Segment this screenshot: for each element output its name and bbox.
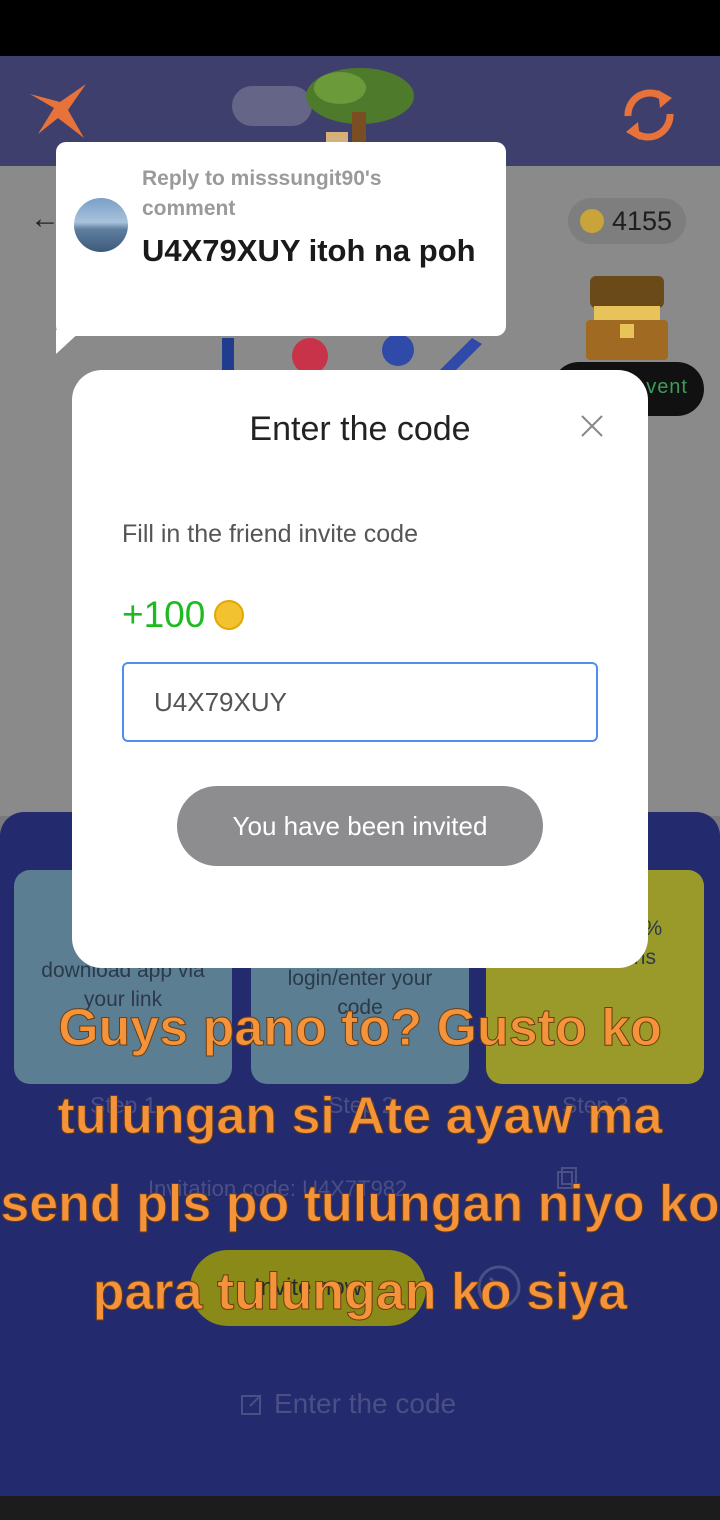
coin-balance-pill: 4155 xyxy=(568,198,686,244)
invite-code-input[interactable] xyxy=(122,662,598,742)
treasure-chest-icon[interactable] xyxy=(584,272,670,364)
x-logo-icon[interactable] xyxy=(24,74,92,142)
status-bar xyxy=(0,0,720,56)
pencil-icon xyxy=(241,1394,262,1415)
overlay-caption: Guys pano to? Gusto ko tulungan si Ate a… xyxy=(0,999,720,1322)
enter-code-modal: Enter the code Fill in the friend invite… xyxy=(72,370,648,968)
bottom-navigation-strip xyxy=(0,1496,720,1520)
refresh-icon[interactable] xyxy=(614,80,684,150)
coin-icon xyxy=(580,209,604,233)
enter-code-link[interactable]: Enter the code xyxy=(274,1388,456,1420)
reply-comment-card: Reply to misssungit90's comment U4X79XUY… xyxy=(56,142,506,336)
event-label: vent xyxy=(646,376,688,398)
coin-icon xyxy=(214,600,244,630)
coin-balance: 4155 xyxy=(612,206,673,236)
reply-comment-text: U4X79XUY itoh na poh xyxy=(142,233,476,268)
invited-button[interactable]: You have been invited xyxy=(177,786,543,866)
avatar xyxy=(74,198,128,252)
close-icon[interactable] xyxy=(578,412,606,440)
reply-card-tail xyxy=(56,330,82,354)
modal-title: Enter the code xyxy=(249,410,471,448)
reward-amount: +100 xyxy=(122,594,206,635)
reply-to-label: Reply to misssungit90's comment xyxy=(142,167,382,220)
invite-code-instruction: Fill in the friend invite code xyxy=(122,520,418,548)
